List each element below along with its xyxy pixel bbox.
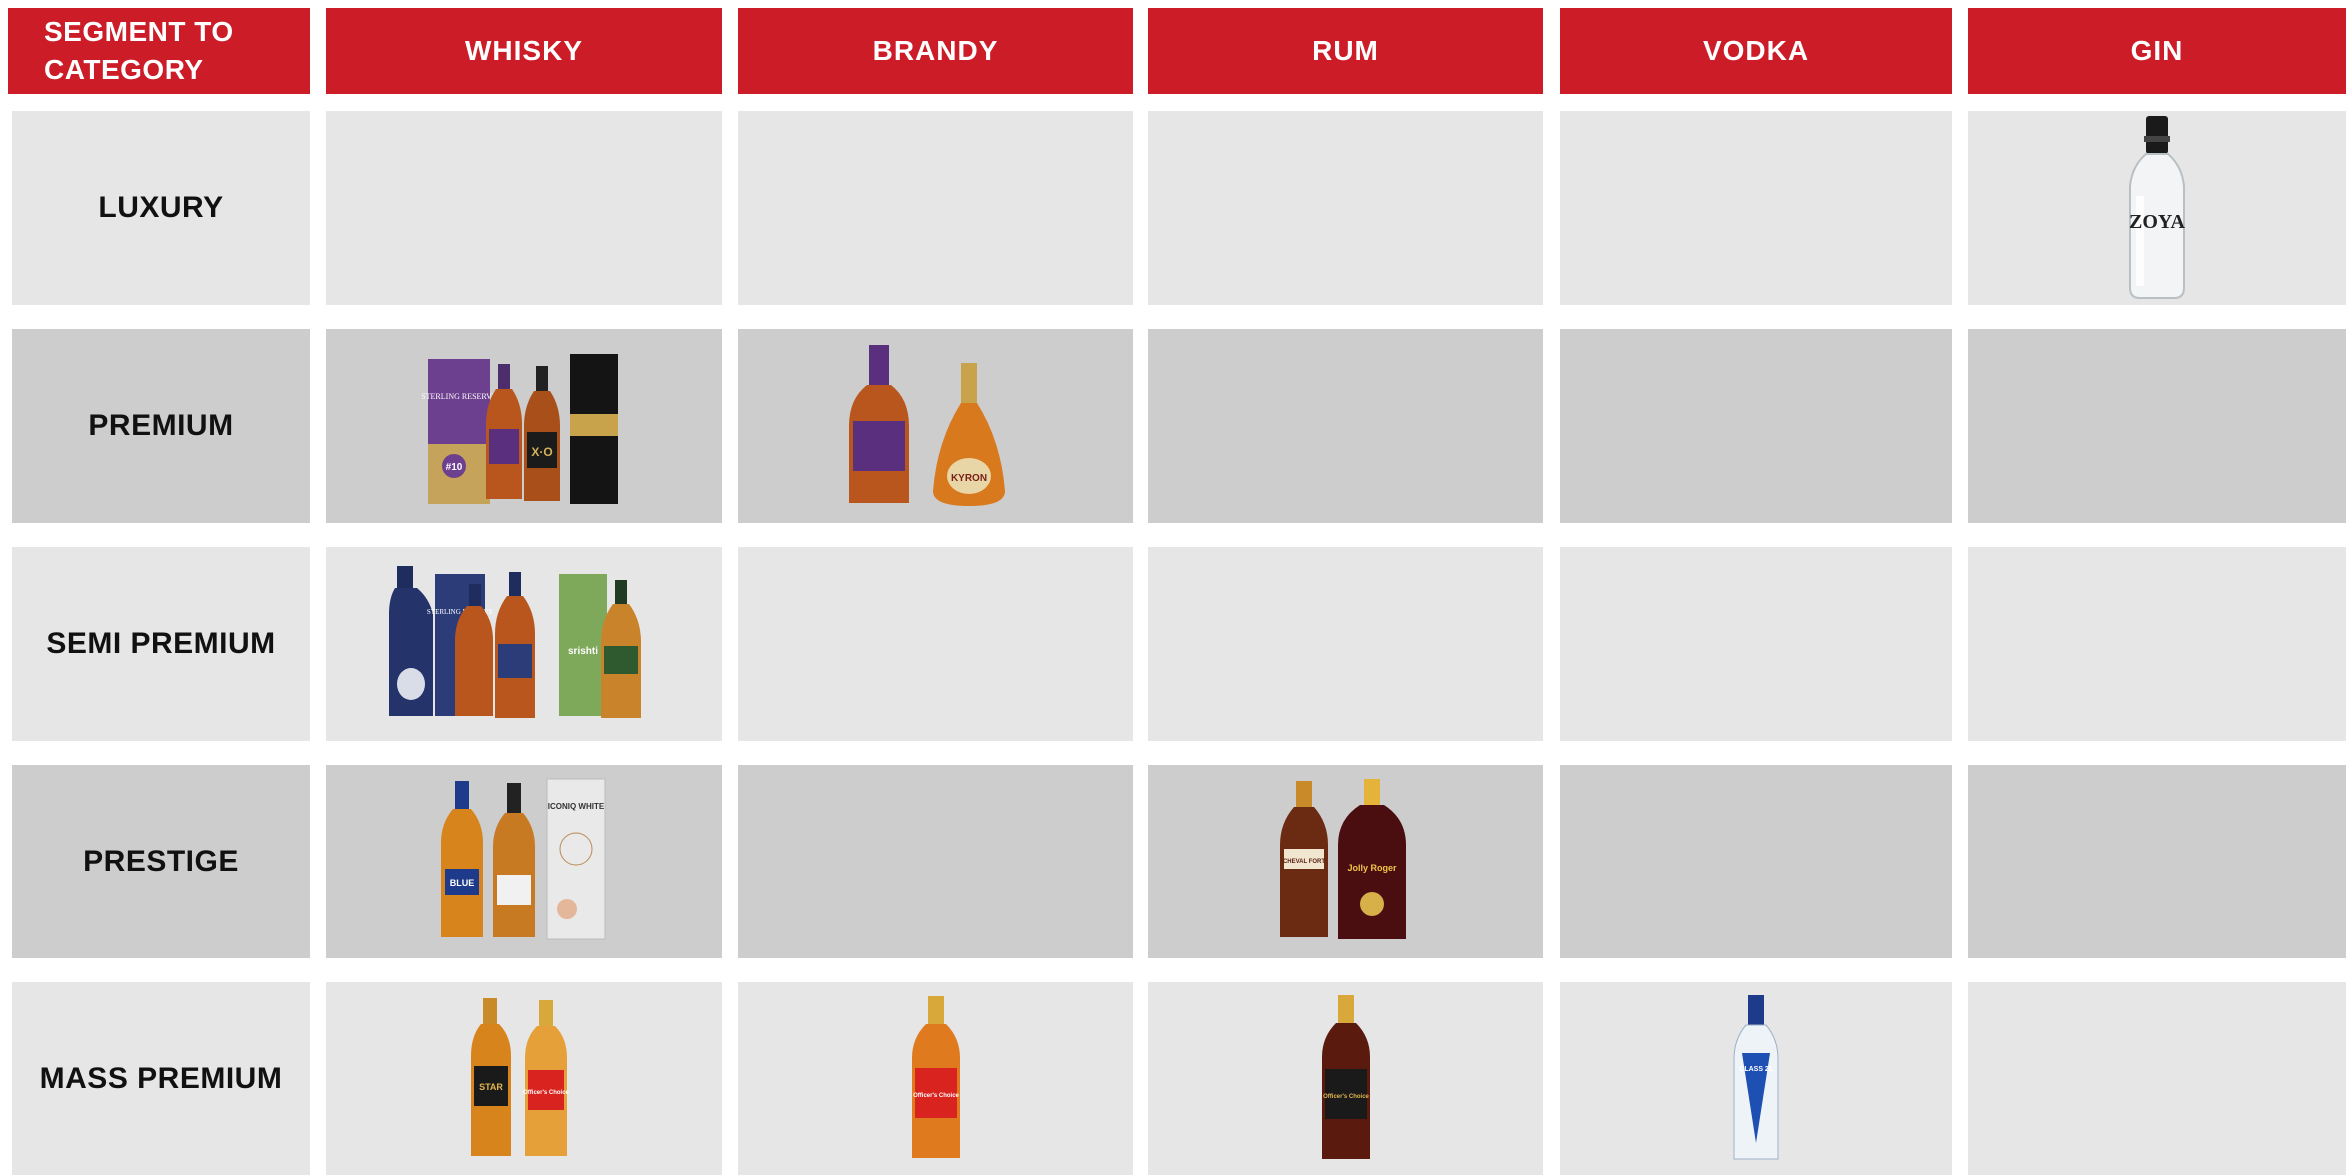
header-brandy: BRANDY: [738, 8, 1133, 94]
mass-rum-bottle-icon: Officer's Choice: [1321, 994, 1370, 1159]
prestige-rum-bottles-icon: CHEVAL FORT Jolly Roger: [1279, 779, 1406, 939]
cell-prestige-whisky: BLUE ICONIQ WHITE: [326, 765, 722, 958]
cell-mass-premium-gin: [1968, 982, 2346, 1175]
svg-text:Officer's Choice: Officer's Choice: [1323, 1094, 1369, 1100]
header-corner-label: SEGMENT TO CATEGORY: [44, 16, 234, 85]
zoya-gin-bottle-icon: ZOYA: [2129, 115, 2186, 299]
header-vodka: VODKA: [1560, 8, 1952, 94]
header-rum: RUM: [1148, 8, 1543, 94]
svg-text:STERLING RESERVE: STERLING RESERVE: [421, 392, 497, 401]
svg-text:CHEVAL FORT: CHEVAL FORT: [1282, 859, 1324, 865]
cell-mass-premium-brandy: Officer's Choice: [738, 982, 1133, 1175]
segment-label-mass-premium: MASS PREMIUM: [12, 982, 310, 1175]
cell-premium-brandy: KYRON: [738, 329, 1133, 523]
cell-luxury-rum: [1148, 111, 1543, 305]
cell-luxury-vodka: [1560, 111, 1952, 305]
cell-prestige-vodka: [1560, 765, 1952, 958]
cell-prestige-gin: [1968, 765, 2346, 958]
svg-text:KYRON: KYRON: [950, 473, 986, 484]
svg-text:ICONIQ WHITE: ICONIQ WHITE: [548, 802, 605, 811]
svg-text:X·O: X·O: [531, 445, 552, 459]
mass-vodka-bottle-icon: CLASS 21: [1733, 994, 1779, 1159]
svg-text:BLUE: BLUE: [450, 878, 475, 888]
premium-brandy-bottles-icon: KYRON: [848, 345, 1005, 506]
cell-premium-rum: [1148, 329, 1543, 523]
cell-prestige-rum: CHEVAL FORT Jolly Roger: [1148, 765, 1543, 958]
svg-text:#10: #10: [446, 462, 463, 473]
cell-semi-premium-gin: [1968, 547, 2346, 741]
premium-whisky-bottles-icon: #10 STERLING RESERVE X·O: [421, 353, 618, 504]
cell-premium-vodka: [1560, 329, 1952, 523]
cell-premium-whisky: #10 STERLING RESERVE X·O: [326, 329, 722, 523]
cell-mass-premium-rum: Officer's Choice: [1148, 982, 1543, 1175]
cell-semi-premium-rum: [1148, 547, 1543, 741]
zoya-label: ZOYA: [2129, 211, 2186, 233]
cell-mass-premium-whisky: STAR Officer's Choice: [326, 982, 722, 1175]
cell-prestige-brandy: [738, 765, 1133, 958]
mass-brandy-bottle-icon: Officer's Choice: [911, 995, 960, 1158]
cell-semi-premium-vodka: [1560, 547, 1952, 741]
cell-semi-premium-brandy: [738, 547, 1133, 741]
cell-mass-premium-vodka: CLASS 21: [1560, 982, 1952, 1175]
segment-label-luxury: LUXURY: [12, 111, 310, 305]
segment-label-prestige: PRESTIGE: [12, 765, 310, 958]
header-gin: GIN: [1968, 8, 2346, 94]
semi-premium-whisky-bottles-icon: STERLING RESERVE srishti: [389, 566, 641, 718]
cell-luxury-whisky: [326, 111, 722, 305]
svg-text:STAR: STAR: [479, 1082, 503, 1092]
svg-text:Officer's Choice: Officer's Choice: [913, 1093, 959, 1099]
segment-label-premium: PREMIUM: [12, 329, 310, 523]
header-whisky: WHISKY: [326, 8, 722, 94]
cell-semi-premium-whisky: STERLING RESERVE srishti: [326, 547, 722, 741]
header-segment-to-category: SEGMENT TO CATEGORY: [8, 8, 310, 94]
svg-text:Jolly Roger: Jolly Roger: [1347, 863, 1397, 873]
cell-premium-gin: [1968, 329, 2346, 523]
mass-whisky-bottles-icon: STAR Officer's Choice: [471, 998, 570, 1156]
cell-luxury-brandy: [738, 111, 1133, 305]
svg-text:CLASS 21: CLASS 21: [1739, 1066, 1773, 1073]
segment-label-semi-premium: SEMI PREMIUM: [12, 547, 310, 741]
cell-luxury-gin: ZOYA: [1968, 111, 2346, 305]
svg-text:Officer's Choice: Officer's Choice: [523, 1090, 569, 1096]
svg-text:srishti: srishti: [568, 646, 598, 657]
prestige-whisky-bottles-icon: BLUE ICONIQ WHITE: [441, 778, 606, 940]
